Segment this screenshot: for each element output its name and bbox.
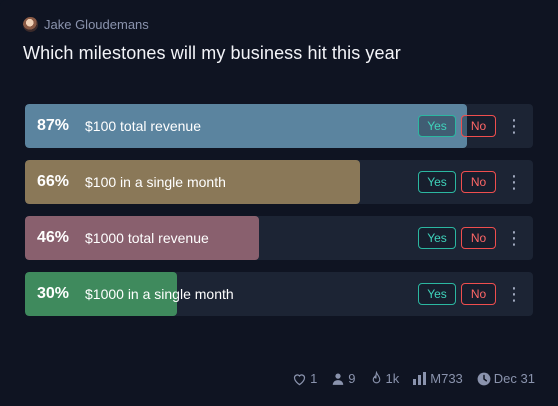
answer-options: 87% $100 total revenue Yes No ⋮ 66% $100… bbox=[25, 104, 533, 328]
answer-probability: 30% bbox=[37, 285, 70, 302]
more-options-icon[interactable]: ⋮ bbox=[505, 227, 523, 249]
answer-option[interactable]: 66% $100 in a single month Yes No ⋮ bbox=[25, 160, 533, 204]
yes-button[interactable]: Yes bbox=[418, 227, 456, 249]
yes-button[interactable]: Yes bbox=[418, 283, 456, 305]
answer-option[interactable]: 87% $100 total revenue Yes No ⋮ bbox=[25, 104, 533, 148]
bar-chart-icon bbox=[413, 372, 427, 385]
answer-option[interactable]: 30% $1000 in a single month Yes No ⋮ bbox=[25, 272, 533, 316]
no-button[interactable]: No bbox=[461, 227, 496, 249]
yes-button[interactable]: Yes bbox=[418, 171, 456, 193]
close-date: Dec 31 bbox=[493, 371, 535, 386]
views-count: 1k bbox=[385, 371, 400, 386]
views-stat: 1k bbox=[370, 371, 400, 386]
likes-count: 1 bbox=[310, 371, 318, 386]
market-stats: 1 9 1k M733 Dec 31 bbox=[292, 371, 535, 386]
traders-stat: 9 bbox=[331, 371, 356, 386]
more-options-icon[interactable]: ⋮ bbox=[505, 171, 523, 193]
answer-probability: 46% bbox=[37, 229, 70, 246]
yes-button[interactable]: Yes bbox=[418, 115, 456, 137]
no-button[interactable]: No bbox=[461, 115, 496, 137]
market-card: Jake Gloudemans Which milestones will my… bbox=[0, 0, 558, 406]
avatar[interactable] bbox=[23, 17, 38, 32]
market-question[interactable]: Which milestones will my business hit th… bbox=[23, 43, 401, 64]
answer-label: $100 total revenue bbox=[85, 118, 201, 134]
answer-label: $1000 in a single month bbox=[85, 286, 234, 302]
volume-stat: M733 bbox=[413, 371, 463, 386]
volume-amount: M733 bbox=[430, 371, 463, 386]
answer-probability: 87% bbox=[37, 117, 70, 134]
heart-icon[interactable] bbox=[292, 372, 307, 386]
more-options-icon[interactable]: ⋮ bbox=[505, 115, 523, 137]
more-options-icon[interactable]: ⋮ bbox=[505, 283, 523, 305]
answer-label: $100 in a single month bbox=[85, 174, 226, 190]
flame-icon bbox=[370, 371, 383, 386]
close-date-stat: Dec 31 bbox=[477, 371, 535, 386]
author-name[interactable]: Jake Gloudemans bbox=[44, 17, 149, 32]
likes-stat[interactable]: 1 bbox=[292, 371, 317, 386]
traders-count: 9 bbox=[348, 371, 356, 386]
no-button[interactable]: No bbox=[461, 283, 496, 305]
answer-option[interactable]: 46% $1000 total revenue Yes No ⋮ bbox=[25, 216, 533, 260]
answer-probability: 66% bbox=[37, 173, 70, 190]
user-icon bbox=[331, 372, 345, 386]
author[interactable]: Jake Gloudemans bbox=[23, 17, 149, 32]
answer-label: $1000 total revenue bbox=[85, 230, 209, 246]
clock-icon bbox=[477, 372, 491, 386]
no-button[interactable]: No bbox=[461, 171, 496, 193]
